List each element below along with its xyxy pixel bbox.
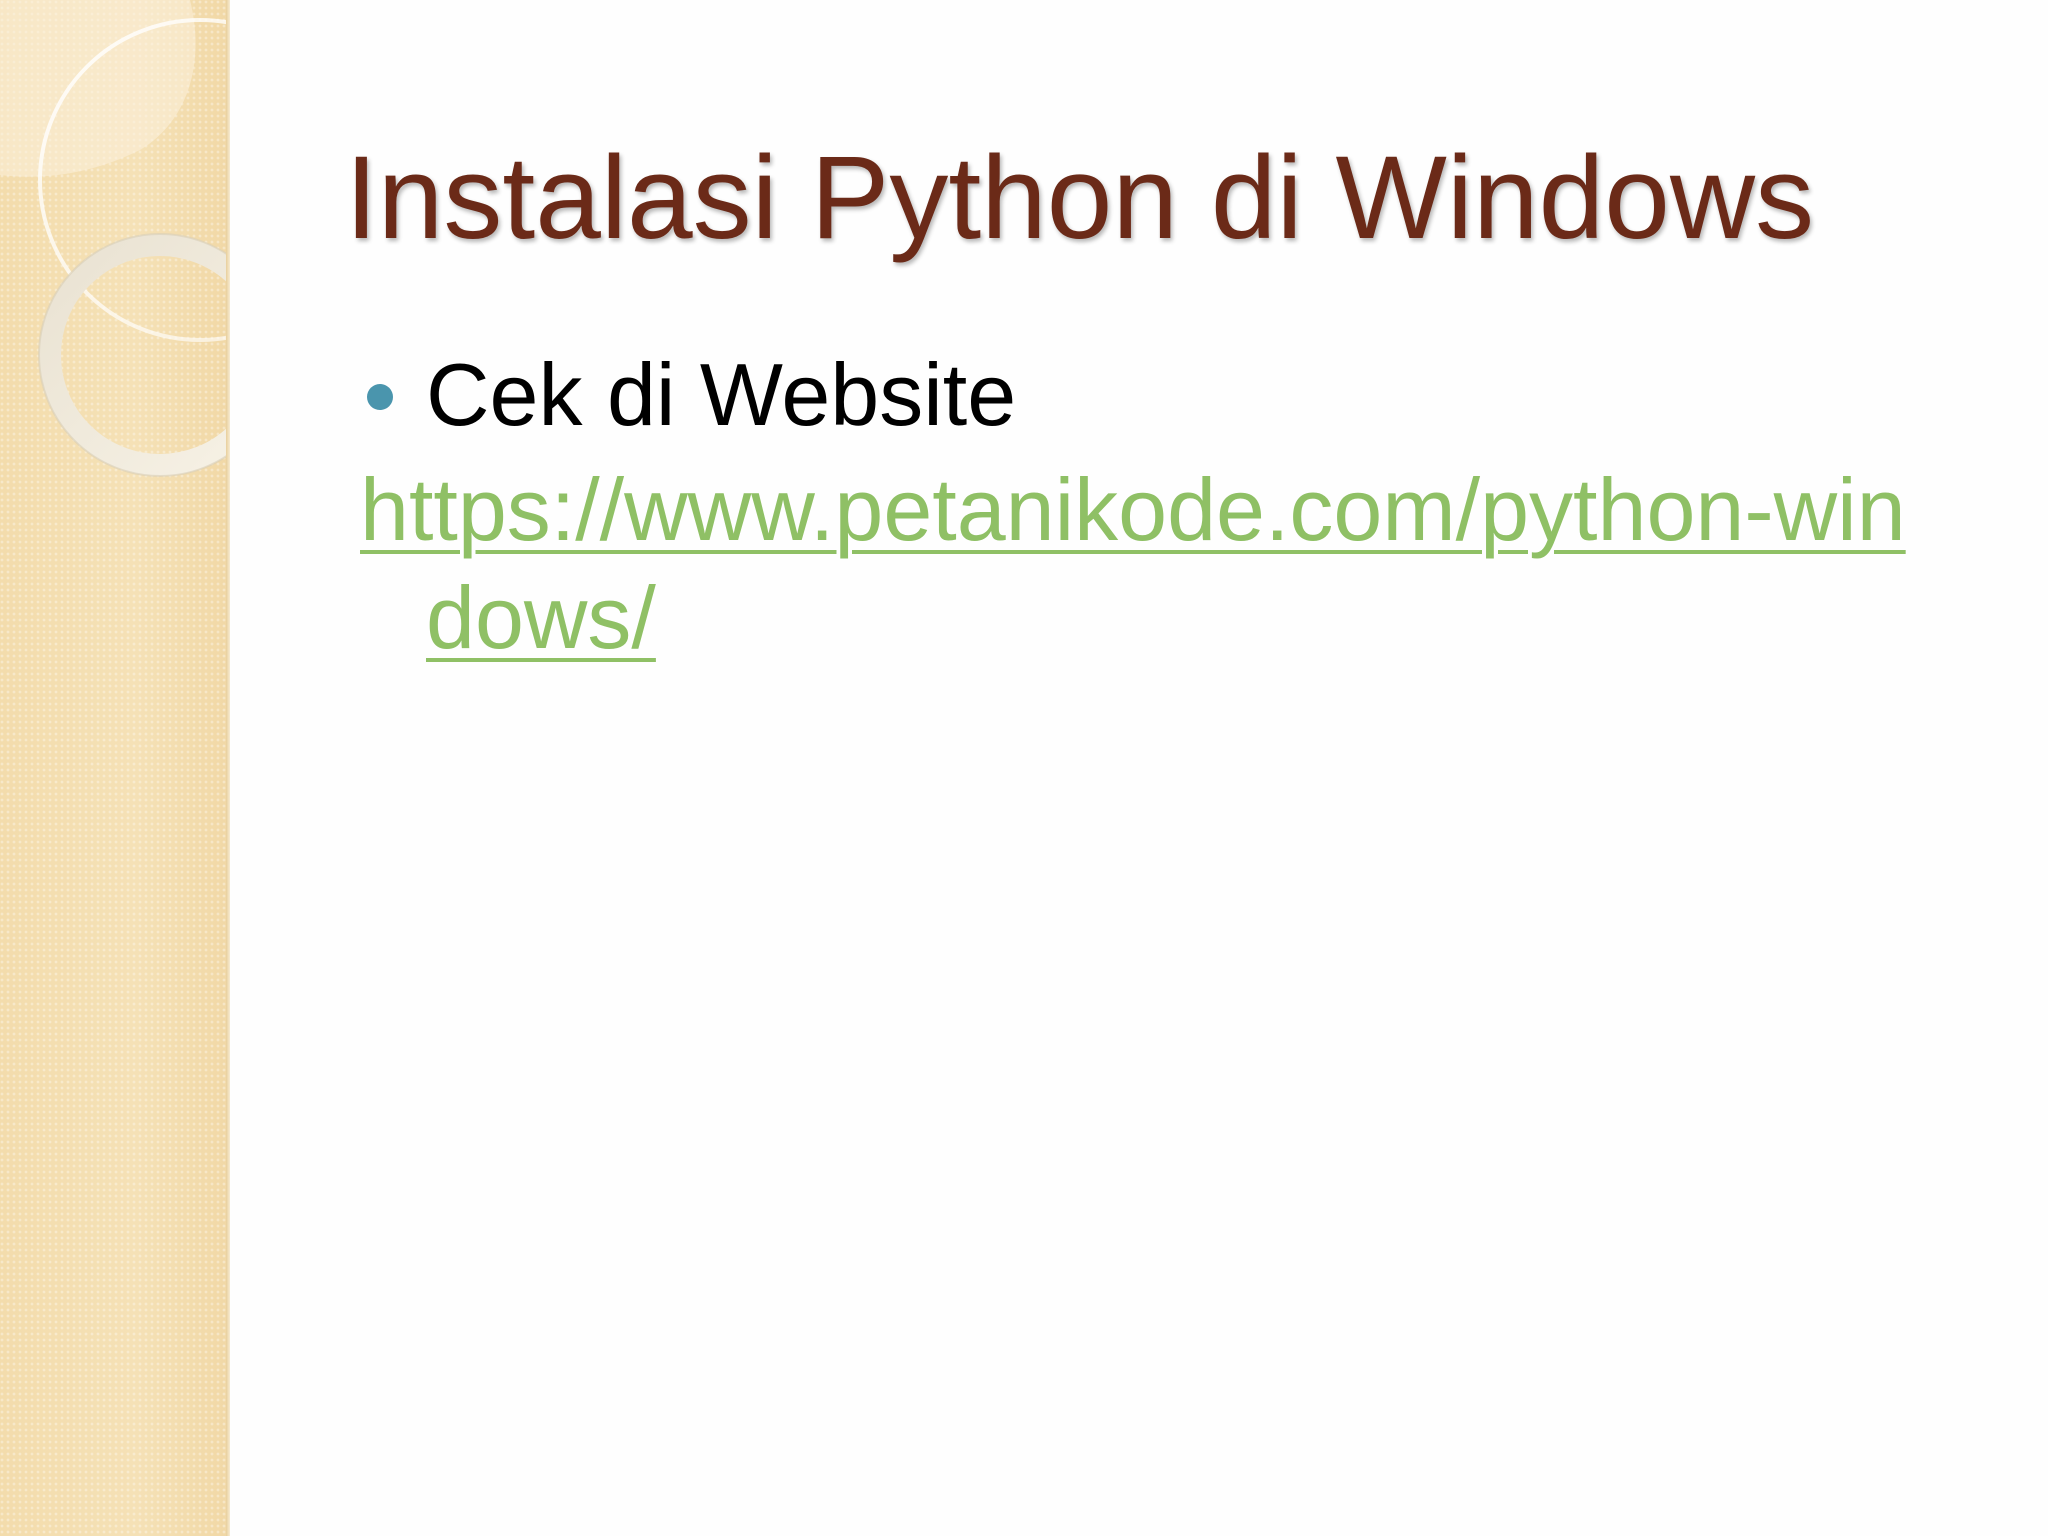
decorative-circles: [0, 0, 228, 477]
slide-content: Cek di Website https://www.petanikode.co…: [360, 340, 1906, 672]
slide: Instalasi Python di Windows Cek di Websi…: [0, 0, 2048, 1536]
side-decor-panel: [0, 0, 228, 1536]
link-paragraph: https://www.petanikode.com/python-window…: [360, 456, 1906, 672]
bullet-item-text: Cek di Website: [426, 345, 1017, 444]
slide-title: Instalasi Python di Windows: [345, 132, 1815, 264]
side-panel-edge: [226, 0, 230, 1536]
bullet-item: Cek di Website: [360, 340, 1880, 450]
bullet-dot-icon: [367, 384, 393, 410]
website-link[interactable]: https://www.petanikode.com/python-window…: [360, 460, 1906, 667]
